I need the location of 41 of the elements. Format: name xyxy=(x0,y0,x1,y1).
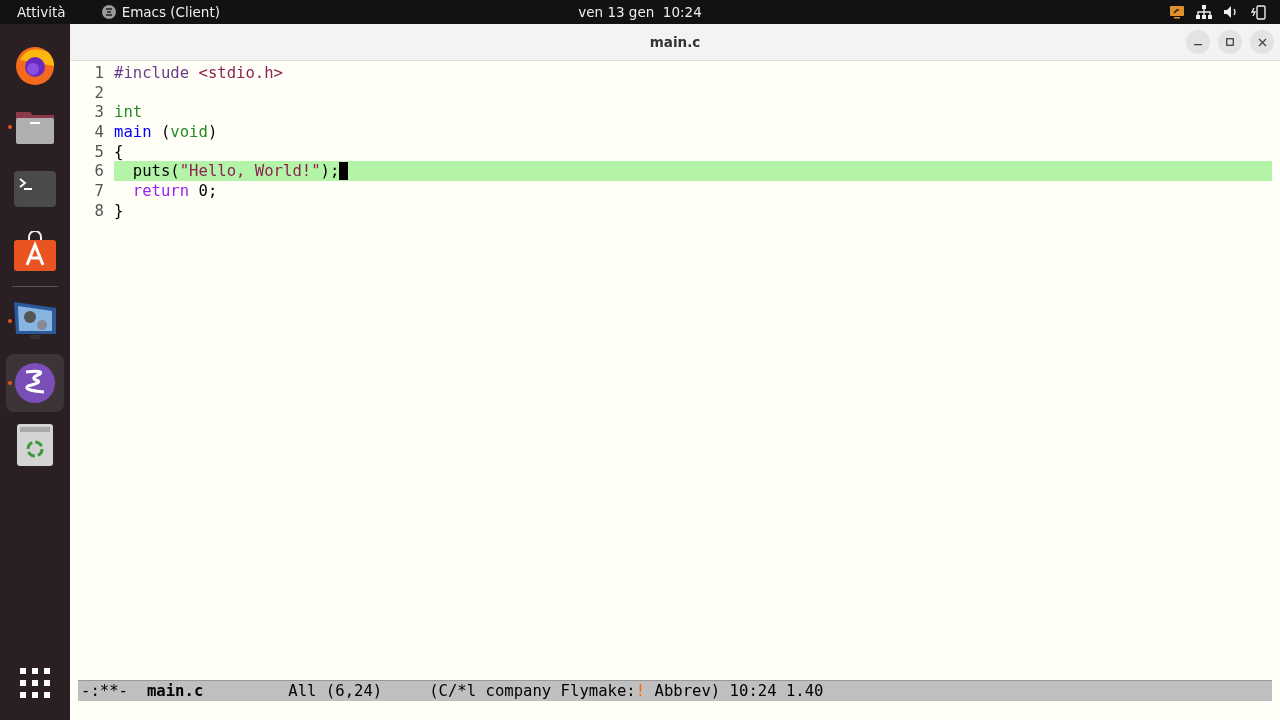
modified-status: -:**- xyxy=(81,682,128,700)
buffer-name: main.c xyxy=(146,682,204,700)
trash-icon xyxy=(17,424,53,466)
mode-list: (C/*l company Flymake:! Abbrev) 10:24 1.40 xyxy=(429,682,824,700)
emacs-icon xyxy=(101,5,116,19)
app-grid-icon[interactable] xyxy=(20,668,50,698)
volume-icon[interactable] xyxy=(1223,5,1239,19)
line-number: 6 xyxy=(93,162,105,181)
code-line: main (void) xyxy=(114,122,218,141)
store-bag-icon xyxy=(14,231,56,271)
line-number: 3 xyxy=(93,103,105,122)
line-number: 2 xyxy=(93,83,105,102)
line-number: 7 xyxy=(93,181,105,200)
media-monitor-icon xyxy=(12,300,58,342)
dock-item[interactable] xyxy=(6,354,64,412)
code-line: } xyxy=(114,201,124,220)
screen-share-icon[interactable] xyxy=(1169,5,1185,19)
firefox-icon xyxy=(14,44,56,86)
close-button[interactable] xyxy=(1250,30,1274,54)
line-number: 8 xyxy=(93,201,105,220)
code-line: return 0; xyxy=(131,181,218,200)
code-line: int xyxy=(114,103,143,122)
network-icon[interactable] xyxy=(1196,5,1212,19)
terminal-icon xyxy=(14,171,56,207)
clock[interactable]: ven 13 gen 10:24 xyxy=(578,4,702,20)
emacs-icon xyxy=(14,362,56,404)
cursor-position: All (6,24) xyxy=(288,682,383,700)
maximize-button[interactable] xyxy=(1218,30,1242,54)
code-line: { xyxy=(114,142,124,161)
line-number: 5 xyxy=(93,142,105,161)
battery-icon[interactable] xyxy=(1250,4,1266,20)
code-line: #include <stdio.h> xyxy=(114,63,283,82)
close-icon xyxy=(1257,37,1267,47)
line-number: 1 xyxy=(93,63,105,82)
app-menu[interactable]: Emacs (Client) xyxy=(101,4,220,20)
code-line: puts("Hello, World!"); xyxy=(131,162,340,181)
maximize-icon xyxy=(1226,38,1234,46)
line-number: 4 xyxy=(93,122,105,141)
window-title: main.c xyxy=(649,34,701,50)
text-cursor xyxy=(339,162,349,181)
activities-button[interactable]: Attività xyxy=(17,4,66,20)
